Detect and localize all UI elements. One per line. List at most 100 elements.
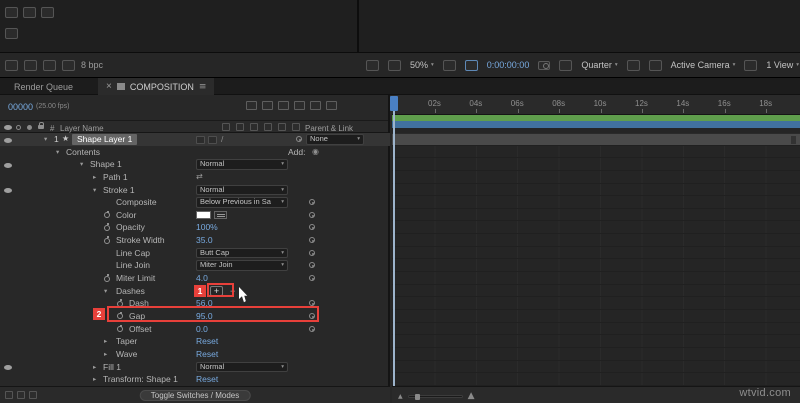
property-pickwhip-icon[interactable] [309, 275, 315, 282]
layer-duration-bar[interactable] [392, 133, 800, 146]
parent-link-column-header[interactable]: Parent & Link [305, 124, 353, 133]
toggle-switches-modes-button[interactable]: Toggle Switches / Modes [139, 389, 251, 401]
project-flowchart-icon[interactable] [5, 59, 18, 71]
graph-editor-icon[interactable] [326, 101, 337, 110]
region-of-interest-icon[interactable] [626, 59, 640, 71]
channel-icon[interactable] [388, 59, 401, 71]
value-dropdown[interactable]: Miter Join ▾ [196, 260, 288, 271]
color-gradient-swatch[interactable] [214, 211, 227, 220]
parent-pickwhip-icon[interactable] [296, 136, 302, 142]
camera-view-dropdown[interactable]: Active Camera ▾ [671, 60, 736, 70]
value-dropdown[interactable]: Normal ▾ [196, 361, 288, 373]
property-value[interactable]: 0.0 [196, 323, 208, 336]
twirl-open-icon[interactable]: ▾ [56, 146, 59, 159]
property-row-shape-1[interactable]: ▾ Shape 1 Normal ▾ [0, 158, 390, 171]
hand-tool-icon[interactable] [23, 7, 36, 18]
add-menu-button[interactable]: ◉ [312, 146, 319, 159]
close-tab-icon[interactable]: × [106, 81, 112, 92]
property-row-fill-1[interactable]: ▸ Fill 1 Normal ▾ [0, 361, 390, 374]
property-row-color[interactable]: Color [0, 209, 390, 222]
new-composition-icon[interactable] [43, 59, 56, 71]
current-time-display[interactable]: 00000 [8, 102, 33, 112]
hide-shy-layers-icon[interactable] [278, 101, 289, 110]
delete-icon[interactable] [62, 59, 75, 71]
twirl-closed-icon[interactable]: ▸ [104, 335, 107, 348]
grid-guides-icon[interactable] [442, 59, 456, 71]
property-row-offset[interactable]: Offset 0.0 [0, 323, 390, 336]
property-pickwhip-icon[interactable] [309, 211, 315, 218]
color-swatch[interactable] [196, 211, 211, 220]
show-snapshot-icon[interactable] [559, 59, 573, 71]
viewer-timecode[interactable]: 0:00:00:00 [487, 60, 530, 70]
property-pickwhip-icon[interactable] [309, 224, 315, 231]
expand-layer-pane-icon[interactable] [5, 391, 13, 399]
property-row-path-1[interactable]: ▸ Path 1 ⇄ [0, 171, 390, 184]
always-preview-icon[interactable] [366, 59, 379, 71]
twirl-open-icon[interactable]: ▾ [44, 133, 47, 146]
visibility-eye-icon[interactable] [4, 188, 12, 194]
layer-name-column-header[interactable]: Layer Name [60, 124, 104, 133]
snapshot-camera-icon[interactable] [538, 60, 551, 70]
property-row-line-cap[interactable]: Line Cap Butt Cap ▾ [0, 247, 390, 260]
property-row-stroke-width[interactable]: Stroke Width 35.0 [0, 234, 390, 247]
property-pickwhip-icon[interactable] [309, 262, 315, 269]
mini-flowchart-icon[interactable] [246, 101, 257, 110]
path-direction-icon[interactable]: ⇄ [196, 171, 203, 184]
selection-tool-icon[interactable] [5, 7, 18, 18]
twirl-closed-icon[interactable]: ▸ [93, 171, 96, 184]
property-value[interactable]: Reset [196, 348, 218, 361]
frame-blending-icon[interactable] [294, 101, 305, 110]
property-pickwhip-icon[interactable] [309, 237, 315, 244]
visibility-eye-icon[interactable] [4, 162, 12, 168]
zoom-slider-thumb[interactable] [414, 393, 420, 400]
stopwatch-icon[interactable] [104, 274, 110, 282]
motion-blur-icon[interactable] [310, 101, 321, 110]
visibility-eye-icon[interactable] [4, 137, 12, 143]
work-area-bar[interactable] [392, 121, 800, 128]
time-ruler[interactable]: 02s 04s 06s 08s 10s 12s 14s 16s 18s [392, 95, 800, 115]
parent-dropdown[interactable]: None ▾ [306, 134, 364, 145]
property-row-line-join[interactable]: Line Join Miter Join ▾ [0, 259, 390, 272]
view-options-icon[interactable] [744, 59, 758, 71]
property-row-miter-limit[interactable]: Miter Limit 4.0 [0, 272, 390, 285]
mask-visibility-icon[interactable] [464, 59, 478, 71]
zoom-tool-icon[interactable] [41, 7, 54, 18]
new-folder-icon[interactable] [24, 59, 37, 71]
property-row-transform-shape-1[interactable]: ▸ Transform: Shape 1 Reset [0, 373, 390, 386]
twirl-open-icon[interactable]: ▾ [104, 285, 107, 298]
bit-depth-button[interactable]: 8 bpc [81, 60, 103, 70]
property-value[interactable]: Reset [196, 335, 218, 348]
property-row-composite[interactable]: Composite Below Previous in Sa ▾ [0, 196, 390, 209]
value-dropdown[interactable]: Normal ▾ [196, 184, 288, 196]
timeline-zoom-slider[interactable]: ▲ ▲ [398, 391, 475, 401]
twirl-open-icon[interactable]: ▾ [80, 158, 83, 171]
property-value[interactable]: Reset [196, 373, 218, 386]
value-dropdown[interactable]: Below Previous in Sa ▾ [196, 197, 288, 208]
value-dropdown[interactable]: Normal ▾ [196, 159, 288, 170]
twirl-open-icon[interactable]: ▾ [93, 184, 96, 197]
stopwatch-icon[interactable] [104, 210, 110, 219]
expand-inout-pane-icon[interactable] [17, 391, 25, 399]
twirl-closed-icon[interactable]: ▸ [93, 361, 96, 374]
transparency-grid-icon[interactable] [648, 59, 662, 71]
property-row-contents[interactable]: ▾ Contents Add: ◉ [0, 146, 390, 159]
layer-name[interactable]: Shape Layer 1 [72, 134, 138, 145]
visibility-eye-icon[interactable] [4, 365, 12, 371]
tab-render-queue[interactable]: Render Queue [14, 82, 73, 92]
layer-quality-switch-icon[interactable] [196, 135, 205, 144]
expand-render-pane-icon[interactable] [29, 391, 37, 399]
property-pickwhip-icon[interactable] [309, 325, 315, 332]
playhead-line[interactable] [393, 101, 395, 386]
property-pickwhip-icon[interactable] [309, 249, 315, 256]
stopwatch-icon[interactable] [117, 324, 123, 333]
value-dropdown[interactable]: Butt Cap ▾ [196, 247, 288, 259]
property-row-opacity[interactable]: Opacity 100% [0, 221, 390, 234]
view-layout-dropdown[interactable]: 1 View ▾ [766, 60, 799, 70]
tab-composition[interactable]: × COMPOSITION ≡ [98, 78, 215, 95]
magnification-dropdown[interactable]: 50% ▾ [410, 60, 434, 70]
property-row-taper[interactable]: ▸ Taper Reset [0, 335, 390, 348]
stopwatch-icon[interactable] [104, 236, 110, 244]
panel-menu-icon[interactable]: ≡ [199, 82, 207, 92]
property-value[interactable]: 100% [196, 221, 218, 234]
twirl-closed-icon[interactable]: ▸ [104, 348, 107, 361]
